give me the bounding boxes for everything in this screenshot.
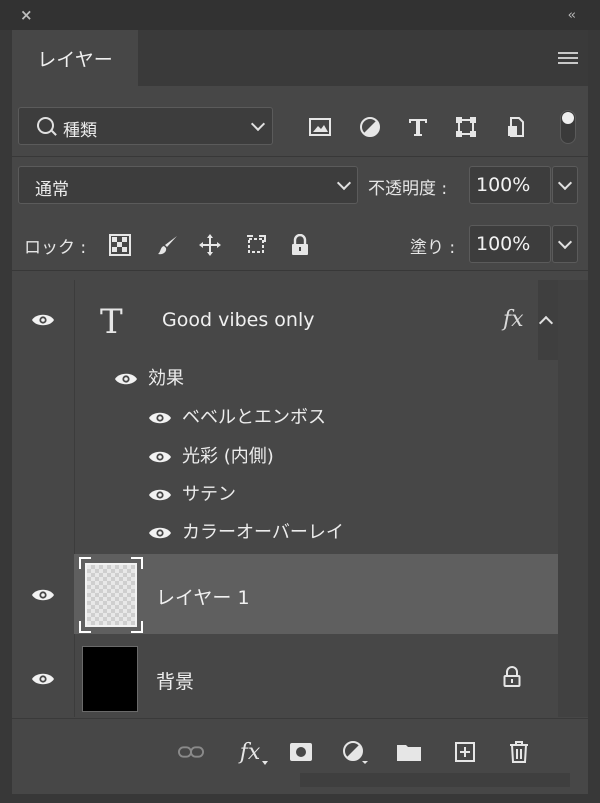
eye-icon[interactable] bbox=[31, 313, 55, 327]
layer-thumbnail-transparent[interactable] bbox=[85, 563, 137, 627]
link-layers-icon[interactable] bbox=[178, 739, 204, 765]
fx-badge[interactable]: fx bbox=[503, 307, 524, 332]
fill-dropdown-button[interactable] bbox=[552, 225, 578, 263]
eye-icon[interactable] bbox=[148, 411, 172, 425]
scrollbar[interactable] bbox=[558, 280, 588, 717]
layer-thumbnail-black[interactable] bbox=[82, 646, 138, 712]
effect-inner-glow[interactable]: 光彩 (内側) bbox=[182, 442, 274, 468]
filter-toggle-switch[interactable] bbox=[560, 110, 576, 144]
opacity-dropdown-button[interactable] bbox=[552, 166, 578, 204]
chevron-down-icon bbox=[250, 116, 266, 132]
layers-window: × ‹‹ レイヤー 種類 通常 不透明度: 100% ロック: 塗り: 1… bbox=[0, 0, 600, 803]
eye-icon[interactable] bbox=[31, 672, 55, 686]
new-adjustment-layer-icon[interactable] bbox=[342, 739, 368, 765]
visibility-column bbox=[12, 280, 75, 717]
search-icon bbox=[37, 117, 54, 134]
eye-icon[interactable] bbox=[148, 488, 172, 502]
lock-transparent-pixels-icon[interactable] bbox=[108, 233, 132, 257]
blend-mode-select[interactable]: 通常 bbox=[18, 166, 358, 204]
layers-list: T Good vibes only fx 効果 ベベルとエンボス 光彩 (内側)… bbox=[12, 280, 588, 717]
thumbnail-selection-corner bbox=[79, 621, 91, 633]
blend-mode-label: 通常 bbox=[35, 180, 69, 200]
panel-tab-strip: レイヤー bbox=[12, 30, 588, 86]
divider bbox=[12, 270, 588, 271]
fill-label: 塗り : bbox=[410, 238, 456, 258]
panel-menu-icon[interactable] bbox=[558, 52, 578, 66]
add-mask-icon[interactable] bbox=[288, 739, 314, 765]
chevron-down-icon bbox=[336, 175, 352, 191]
thumbnail-selection-corner bbox=[131, 557, 143, 569]
filter-smart-objects-icon[interactable] bbox=[505, 116, 527, 138]
layer-name-layer-1[interactable]: レイヤー 1 bbox=[156, 583, 250, 610]
layer-name-background[interactable]: 背景 bbox=[156, 667, 194, 694]
eye-icon[interactable] bbox=[31, 588, 55, 602]
layer-row-selected[interactable] bbox=[74, 554, 558, 634]
filter-shape-layers-icon[interactable] bbox=[455, 116, 477, 138]
effect-color-overlay[interactable]: カラーオーバーレイ bbox=[182, 518, 344, 544]
lock-artboard-icon[interactable] bbox=[244, 233, 268, 257]
lock-image-pixels-icon[interactable] bbox=[156, 233, 180, 257]
fill-input[interactable]: 100% bbox=[469, 225, 551, 263]
eye-icon[interactable] bbox=[148, 450, 172, 464]
fx-icon: fx bbox=[239, 739, 261, 765]
tab-layers[interactable]: レイヤー bbox=[12, 30, 138, 86]
lock-icon bbox=[503, 666, 521, 687]
lock-position-icon[interactable] bbox=[198, 233, 222, 257]
close-icon[interactable]: × bbox=[20, 8, 33, 23]
effect-satin[interactable]: サテン bbox=[182, 480, 236, 506]
opacity-label: 不透明度 : bbox=[368, 179, 448, 199]
window-titlebar: × ‹‹ bbox=[0, 0, 600, 30]
dropdown-triangle-icon bbox=[262, 761, 268, 765]
divider bbox=[12, 156, 588, 157]
layer-name-good-vibes-only[interactable]: Good vibes only bbox=[162, 309, 314, 331]
effects-label[interactable]: 効果 bbox=[148, 364, 184, 390]
collapse-panel-icon[interactable]: ‹‹ bbox=[568, 8, 577, 23]
new-group-folder-icon[interactable] bbox=[396, 739, 422, 765]
thumbnail-selection-corner bbox=[131, 621, 143, 633]
add-layer-style-button[interactable]: fx bbox=[234, 739, 268, 765]
filter-kind-label: 種類 bbox=[63, 121, 97, 141]
eye-icon[interactable] bbox=[114, 372, 138, 386]
type-layer-icon: T bbox=[100, 302, 123, 342]
filter-type-layers-icon[interactable] bbox=[407, 116, 429, 138]
effect-bevel-emboss[interactable]: ベベルとエンボス bbox=[182, 403, 326, 429]
filter-pixel-layers-icon[interactable] bbox=[309, 116, 331, 138]
eye-icon[interactable] bbox=[148, 526, 172, 540]
resize-strip bbox=[300, 773, 570, 787]
lock-all-icon[interactable] bbox=[288, 233, 312, 257]
new-layer-icon[interactable] bbox=[452, 739, 478, 765]
lock-label: ロック : bbox=[24, 238, 87, 258]
opacity-input[interactable]: 100% bbox=[469, 166, 551, 204]
filter-adjustment-layers-icon[interactable] bbox=[359, 116, 381, 138]
layer-filter-select[interactable]: 種類 bbox=[18, 107, 273, 145]
layers-panel: レイヤー 種類 通常 不透明度 : 100% ロック: 塗り: 100% T… bbox=[12, 30, 588, 794]
chevron-down-icon bbox=[557, 234, 573, 250]
thumbnail-selection-corner bbox=[79, 557, 91, 569]
delete-layer-icon[interactable] bbox=[506, 739, 532, 765]
chevron-down-icon bbox=[557, 175, 573, 191]
